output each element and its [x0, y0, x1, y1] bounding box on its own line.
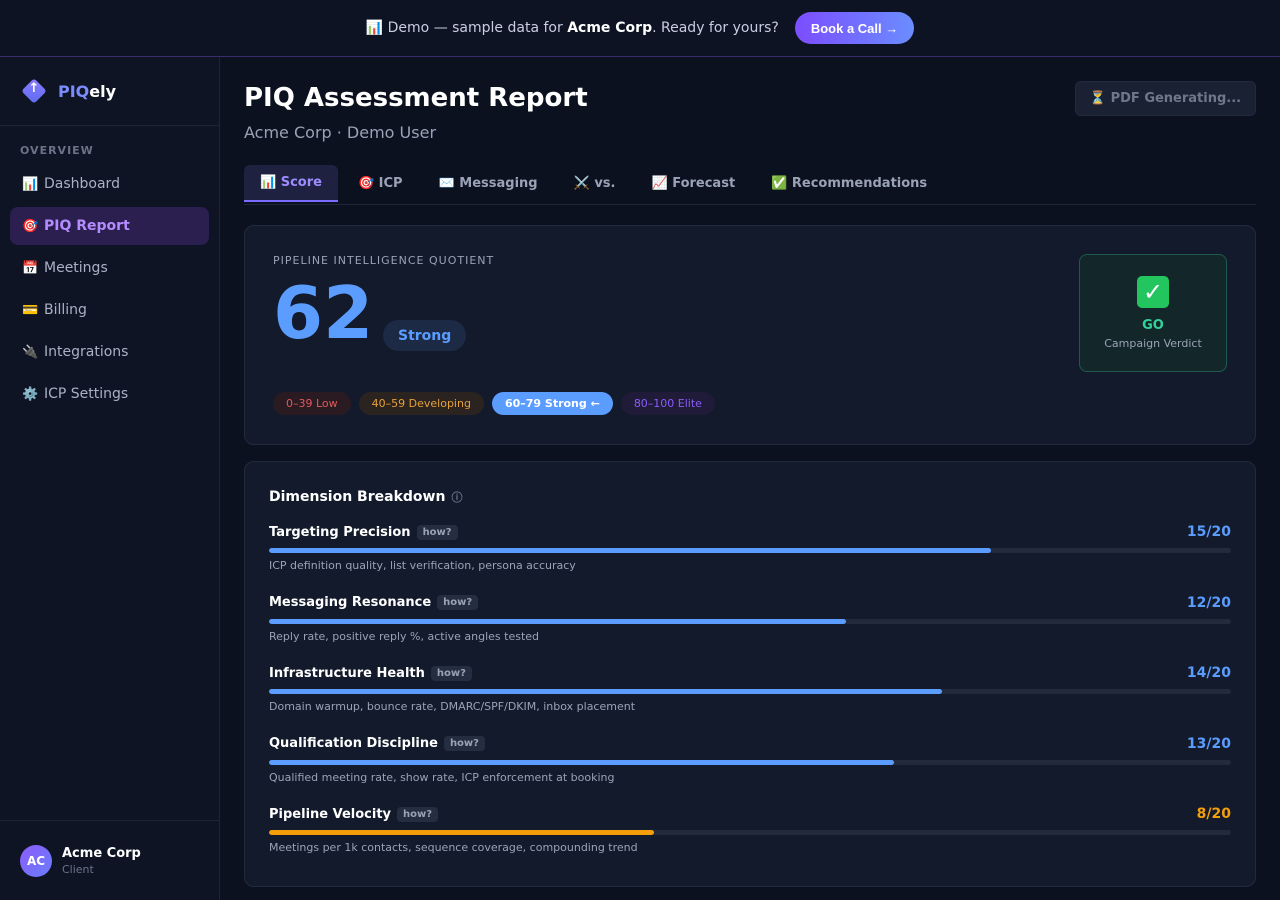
tab-1[interactable]: 🎯 ICP: [342, 165, 419, 202]
banner-text: 📊 Demo — sample data for Acme Corp. Read…: [365, 20, 779, 36]
dimension-row: Targeting Precision how? 15/20 ICP definiti…: [269, 522, 1231, 593]
dimension-score: 15/20: [1186, 524, 1231, 540]
dimension-breakdown: Dimension Breakdown ⓘ Targeting Precisio…: [244, 461, 1256, 887]
avatar: AC: [20, 844, 52, 877]
how-button[interactable]: how?: [416, 524, 458, 540]
dimension-row: Qualification Discipline how? 13/20 Qualifi…: [269, 734, 1231, 805]
info-icon[interactable]: ⓘ: [451, 489, 462, 505]
score-label: PIPELINE INTELLIGENCE QUOTIENT: [273, 254, 495, 267]
dimension-description: Domain warmup, bounce rate, DMARC/SPF/DK…: [269, 700, 636, 713]
dimension-name: Qualification Discipline: [269, 736, 438, 751]
tab-3[interactable]: ⚔️ vs.: [558, 165, 632, 202]
sidebar-item-label: PIQ Report: [44, 218, 130, 234]
dimension-title: Dimension Breakdown ⓘ: [269, 489, 463, 505]
range-chip-dev: 40–59 Developing: [358, 392, 484, 415]
book-call-button[interactable]: Book a Call →: [794, 12, 915, 44]
score-card: PIPELINE INTELLIGENCE QUOTIENT 62 Strong…: [244, 225, 1256, 445]
sidebar-item-label: ICP Settings: [44, 386, 129, 402]
account-footer[interactable]: AC Acme Corp Client: [0, 820, 219, 900]
sidebar-item-billing[interactable]: 💳 Billing: [10, 291, 209, 329]
nav-list: 📊 Dashboard 🎯 PIQ Report 📅 Meetings 💳 Billing 🔌 I…: [0, 165, 219, 413]
tab-2[interactable]: ✉️ Messaging: [423, 165, 554, 202]
account-name: Acme Corp: [62, 845, 141, 861]
nav-icon: 📅: [22, 260, 39, 276]
dimension-description: ICP definition quality, list verificatio…: [269, 559, 576, 572]
dimension-list: Targeting Precision how? 15/20 ICP definiti…: [269, 522, 1231, 875]
how-button[interactable]: how?: [443, 736, 485, 751]
verdict-label: Campaign Verdict: [1104, 337, 1202, 350]
range-chip-low: 0–39 Low: [273, 392, 351, 415]
nav-icon: 🔌: [22, 344, 39, 360]
nav-section-label: OVERVIEW: [20, 144, 94, 157]
sidebar-item-piq-report[interactable]: 🎯 PIQ Report: [10, 207, 209, 245]
report-tabs: 📊 Score 🎯 ICP ✉️ Messaging ⚔️ vs. 📈 Forecast…: [244, 165, 1256, 205]
how-button[interactable]: how?: [430, 665, 472, 681]
nav-icon: ⚙️: [22, 386, 39, 402]
dimension-bar: [269, 689, 1231, 694]
logo-icon: ↑: [21, 78, 47, 104]
tab-5[interactable]: ✅ Recommendations: [755, 165, 943, 202]
dimension-row: Pipeline Velocity how? 8/20 Meetings per 1k…: [269, 804, 1231, 875]
chart-icon: 📊: [365, 20, 384, 36]
campaign-verdict: ✓ GO Campaign Verdict: [1079, 254, 1227, 372]
sidebar-item-label: Meetings: [44, 260, 108, 276]
dimension-score: 8/20: [1196, 806, 1231, 822]
dimension-bar: [269, 618, 1231, 624]
nav-icon: 📊: [22, 176, 39, 192]
brand[interactable]: ↑ PIQely: [0, 57, 219, 126]
range-chip-elite: 80–100 Elite: [620, 392, 715, 415]
verdict-value: GO: [1142, 318, 1164, 333]
dimension-description: Meetings per 1k contacts, sequence cover…: [269, 841, 638, 854]
sidebar-item-dashboard[interactable]: 📊 Dashboard: [10, 165, 209, 203]
check-icon: ✓: [1137, 276, 1169, 308]
dimension-bar-fill: [269, 830, 654, 835]
sidebar-item-integrations[interactable]: 🔌 Integrations: [10, 333, 209, 371]
nav-icon: 🎯: [22, 218, 39, 234]
score-ranges: 0–39 Low 40–59 Developing 60–79 Strong ← 80…: [273, 392, 715, 415]
dimension-bar-fill: [269, 618, 847, 624]
demo-banner: 📊 Demo — sample data for Acme Corp. Read…: [0, 0, 1280, 57]
dimension-bar: [269, 759, 1231, 765]
page-title: PIQ Assessment Report: [244, 83, 588, 113]
how-button[interactable]: how?: [437, 595, 479, 610]
sidebar-item-label: Billing: [44, 302, 87, 318]
dimension-description: Qualified meeting rate, show rate, ICP e…: [269, 770, 615, 784]
sidebar-item-icp-settings[interactable]: ⚙️ ICP Settings: [10, 375, 209, 413]
dimension-score: 12/20: [1186, 594, 1231, 611]
dimension-name: Infrastructure Health: [269, 665, 425, 681]
nav-icon: 💳: [22, 302, 39, 318]
dimension-row: Messaging Resonance how? 12/20 Reply rate, …: [269, 593, 1231, 664]
dimension-row: Infrastructure Health how? 14/20 Domain war…: [269, 663, 1231, 734]
dimension-score: 13/20: [1186, 735, 1231, 752]
pdf-generating-button[interactable]: ⏳ PDF Generating...: [1075, 81, 1256, 116]
dimension-name: Messaging Resonance: [269, 595, 432, 610]
dimension-bar: [269, 548, 1231, 553]
page-subtitle: Acme Corp · Demo User: [244, 123, 437, 142]
banner-company: Acme Corp: [567, 20, 653, 36]
sidebar-item-label: Integrations: [44, 344, 129, 360]
sidebar: ↑ PIQely OVERVIEW 📊 Dashboard 🎯 PIQ Report 📅…: [0, 57, 220, 900]
score-value: 62: [273, 271, 374, 355]
account-role: Client: [62, 862, 94, 876]
range-chip-strong: 60–79 Strong ←: [491, 392, 613, 415]
sidebar-item-meetings[interactable]: 📅 Meetings: [10, 249, 209, 287]
brand-name: PIQely: [58, 81, 117, 101]
dimension-bar-fill: [269, 548, 991, 553]
score-rating-badge: Strong: [383, 320, 467, 351]
dimension-description: Reply rate, positive reply %, active ang…: [269, 629, 540, 643]
dimension-score: 14/20: [1186, 665, 1231, 681]
dimension-name: Pipeline Velocity: [269, 806, 392, 822]
tab-4[interactable]: 📈 Forecast: [636, 165, 752, 202]
how-button[interactable]: how?: [397, 806, 439, 822]
main-content: PIQ Assessment Report Acme Corp · Demo U…: [220, 57, 1280, 900]
dimension-name: Targeting Precision: [269, 524, 411, 540]
dimension-bar-fill: [269, 689, 943, 694]
sidebar-item-label: Dashboard: [44, 176, 120, 192]
dimension-bar-fill: [269, 759, 895, 765]
tab-0[interactable]: 📊 Score: [244, 165, 338, 202]
dimension-bar: [269, 830, 1231, 835]
